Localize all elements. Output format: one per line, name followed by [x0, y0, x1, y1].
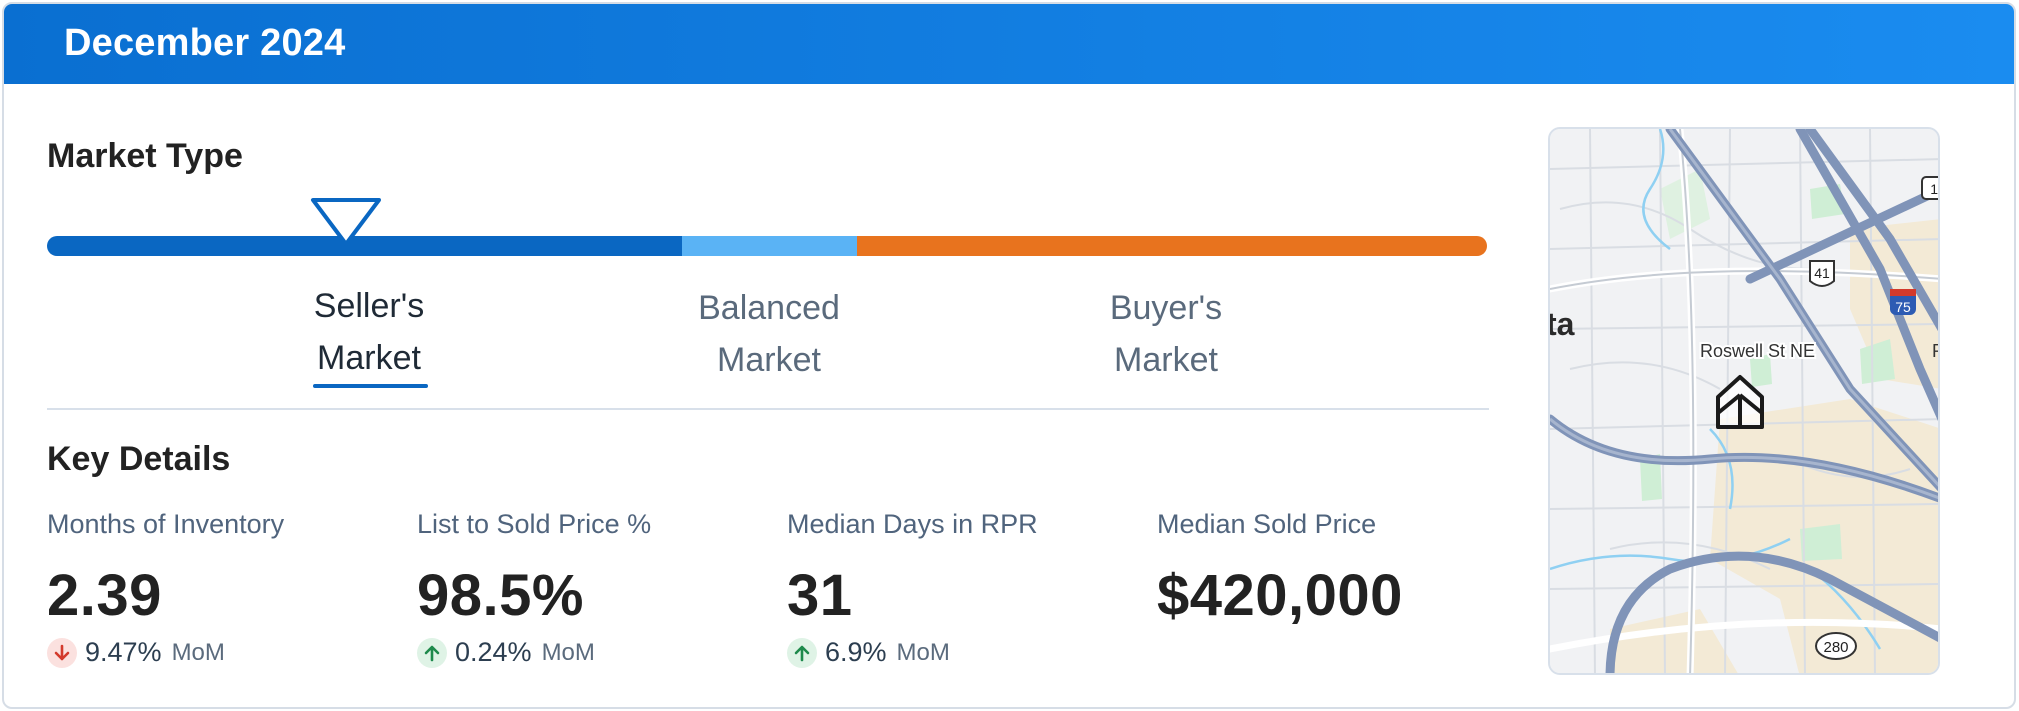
market-label-seller[interactable]: Seller's Market: [294, 280, 444, 384]
route-280-shield-icon: 280: [1815, 632, 1857, 660]
market-type-title: Market Type: [47, 137, 243, 175]
metric-value: 98.5%: [417, 563, 584, 628]
svg-text:12: 12: [1930, 181, 1940, 197]
metric-label: Median Sold Price: [1157, 509, 1377, 539]
metric-median-days-in-rpr: Median Days in RPR 31 6.9% MoM: [787, 509, 1147, 668]
market-label-buyer[interactable]: Buyer's Market: [1086, 282, 1246, 386]
route-75-shield-icon: 75: [1890, 289, 1916, 315]
map-city-label: ta: [1550, 306, 1575, 342]
metric-change: 9.47% MoM: [47, 637, 225, 668]
location-map[interactable]: 41 75 12 280 ta Roswell St NE R: [1548, 127, 1940, 675]
scale-buyer-segment: [857, 236, 1487, 256]
market-label-balanced-line2: Market: [717, 341, 821, 379]
map-street-label-clipped: R: [1932, 341, 1940, 361]
arrow-down-icon: [47, 637, 77, 668]
market-type-scale: [47, 236, 1487, 256]
change-percent: 0.24%: [455, 637, 532, 667]
market-label-buyer-line2: Market: [1114, 341, 1218, 379]
market-label-seller-line2: Market: [317, 339, 421, 377]
period-title: December 2024: [64, 22, 346, 64]
change-unit: MoM: [171, 638, 225, 666]
metric-value: $420,000: [1157, 563, 1403, 628]
change-percent: 6.9%: [825, 637, 887, 667]
card-header: December 2024: [4, 4, 2014, 84]
map-street-label: Roswell St NE: [1700, 341, 1815, 361]
svg-text:280: 280: [1823, 639, 1848, 656]
change-percent: 9.47%: [85, 637, 162, 667]
change-unit: MoM: [541, 638, 595, 666]
market-label-buyer-line1: Buyer's: [1109, 289, 1223, 327]
metric-change: 6.9% MoM: [787, 637, 950, 668]
market-label-balanced-line1: Balanced: [698, 289, 840, 327]
route-41-shield-icon: 41: [1809, 260, 1835, 287]
map-image: 41 75 12 280 ta Roswell St NE R: [1550, 129, 1940, 673]
metric-label: List to Sold Price %: [417, 509, 652, 539]
metric-median-sold-price: Median Sold Price $420,000: [1157, 509, 1517, 629]
change-unit: MoM: [896, 638, 950, 666]
market-label-balanced[interactable]: Balanced Market: [684, 282, 854, 386]
market-label-seller-line1: Seller's: [313, 287, 425, 325]
metric-list-to-sold-price: List to Sold Price % 98.5% 0.24% MoM: [417, 509, 777, 668]
metric-label: Median Days in RPR: [787, 509, 1038, 539]
selected-market-underline: [313, 384, 428, 388]
svg-text:75: 75: [1895, 299, 1911, 315]
key-details-title: Key Details: [47, 440, 231, 478]
metric-months-of-inventory: Months of Inventory 2.39 9.47% MoM: [47, 509, 407, 668]
metric-label: Months of Inventory: [47, 509, 285, 539]
svg-text:41: 41: [1814, 265, 1830, 281]
market-position-marker-icon: [311, 198, 381, 246]
metric-change: 0.24% MoM: [417, 637, 595, 668]
metric-value: 2.39: [47, 563, 162, 628]
scale-balanced-segment: [682, 236, 857, 256]
metric-value: 31: [787, 563, 853, 628]
section-divider: [47, 408, 1489, 410]
arrow-up-icon: [417, 637, 447, 668]
route-12-shield-icon: 12: [1921, 176, 1940, 200]
arrow-up-icon: [787, 637, 817, 668]
market-summary-card: December 2024 Market Type Seller's Marke…: [2, 2, 2016, 709]
